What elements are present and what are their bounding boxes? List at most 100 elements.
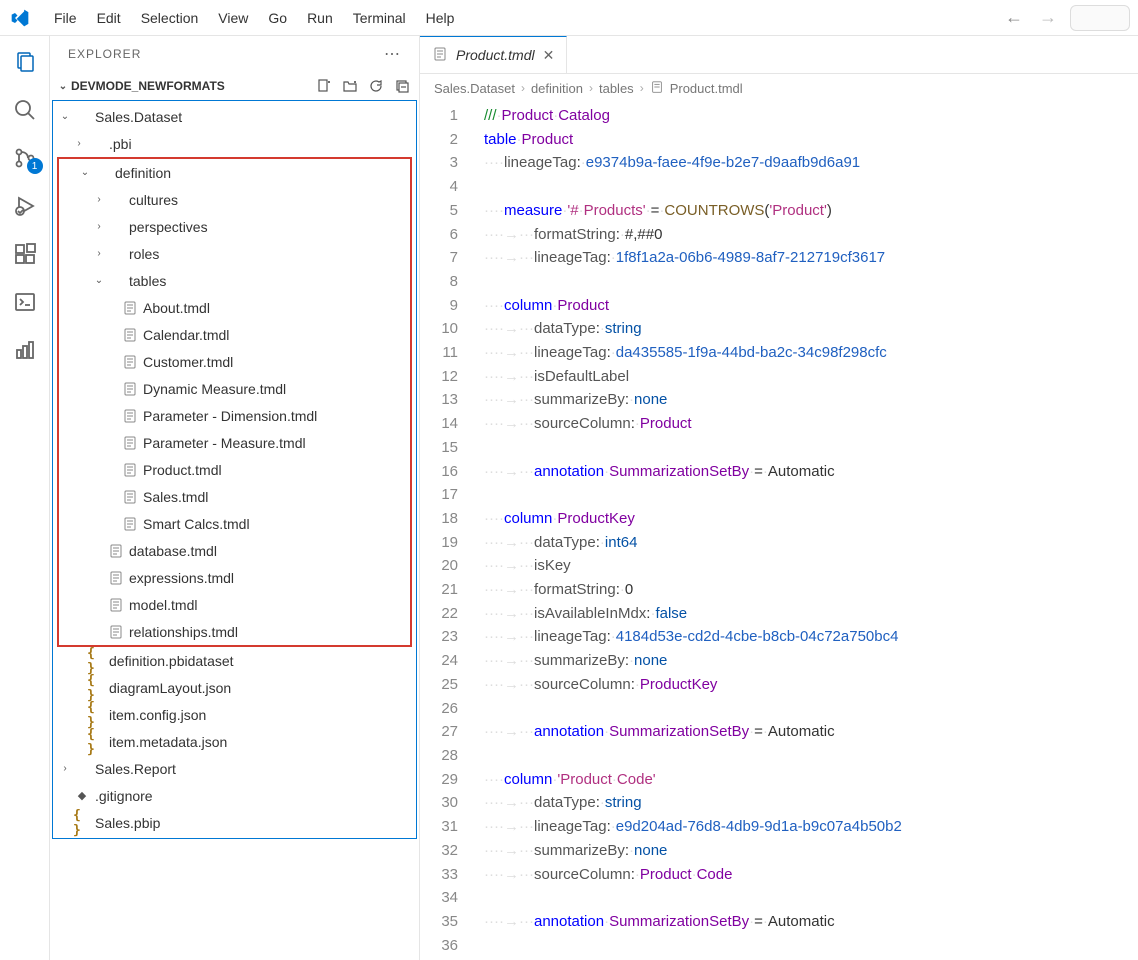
tree-label: model.tmdl <box>129 597 197 613</box>
file-icon <box>87 135 105 153</box>
tree-item[interactable]: expressions.tmdl <box>59 564 410 591</box>
tree-item[interactable]: About.tmdl <box>59 294 410 321</box>
extensions-icon[interactable] <box>11 240 39 268</box>
nav-back-icon[interactable]: ← <box>1002 6 1026 30</box>
tree-label: Smart Calcs.tmdl <box>143 516 250 532</box>
tree-label: Customer.tmdl <box>143 354 233 370</box>
source-control-icon[interactable]: 1 <box>11 144 39 172</box>
sidebar: EXPLORER ⋯ ⌄ DEVMODE_NEWFORMATS ⌄Sales.D… <box>50 36 420 960</box>
code-content[interactable]: ///·Product·Catalogtable·Product····line… <box>474 102 1138 960</box>
file-icon <box>432 46 448 65</box>
tree-item[interactable]: { }Sales.pbip <box>53 809 416 836</box>
tree-label: item.config.json <box>109 707 206 723</box>
collapse-all-icon[interactable] <box>392 76 412 96</box>
tree-item[interactable]: ⌄Sales.Dataset <box>53 103 416 130</box>
tree-item[interactable]: model.tmdl <box>59 591 410 618</box>
tree-item[interactable]: { }definition.pbidataset <box>53 647 416 674</box>
code-editor[interactable]: 1234567891011121314151617181920212223242… <box>420 102 1138 960</box>
file-icon <box>107 218 125 236</box>
tree-item[interactable]: ›cultures <box>59 186 410 213</box>
tree-item[interactable]: ›roles <box>59 240 410 267</box>
file-icon <box>121 326 139 344</box>
refresh-icon[interactable] <box>366 76 386 96</box>
menu-selection[interactable]: Selection <box>131 6 209 30</box>
file-icon <box>107 272 125 290</box>
breadcrumb-segment[interactable]: tables <box>599 81 634 96</box>
terminal-icon[interactable] <box>11 288 39 316</box>
tree-item[interactable]: relationships.tmdl <box>59 618 410 645</box>
more-actions-icon[interactable]: ⋯ <box>384 44 401 64</box>
tree-label: relationships.tmdl <box>129 624 238 640</box>
close-icon[interactable]: ✕ <box>543 47 555 64</box>
tree-label: expressions.tmdl <box>129 570 234 586</box>
tree-label: definition.pbidataset <box>109 653 234 669</box>
menu-go[interactable]: Go <box>258 6 297 30</box>
line-gutter: 1234567891011121314151617181920212223242… <box>420 102 474 960</box>
file-icon <box>121 299 139 317</box>
tree-label: Parameter - Measure.tmdl <box>143 435 306 451</box>
breadcrumb-segment[interactable]: definition <box>531 81 583 96</box>
sidebar-header: EXPLORER ⋯ <box>50 36 419 72</box>
json-icon: { } <box>73 814 91 832</box>
tree-item[interactable]: { }item.config.json <box>53 701 416 728</box>
run-debug-icon[interactable] <box>11 192 39 220</box>
explorer-title: EXPLORER <box>68 47 141 61</box>
search-input[interactable] <box>1070 5 1130 31</box>
file-icon <box>93 164 111 182</box>
workspace-header[interactable]: ⌄ DEVMODE_NEWFORMATS <box>50 72 419 100</box>
powerbi-icon[interactable] <box>11 336 39 364</box>
tree-label: Sales.Report <box>95 761 176 777</box>
file-icon <box>107 569 125 587</box>
tree-label: Calendar.tmdl <box>143 327 229 343</box>
tree-item[interactable]: database.tmdl <box>59 537 410 564</box>
tree-item[interactable]: ⌄tables <box>59 267 410 294</box>
menu-help[interactable]: Help <box>416 6 465 30</box>
menu-run[interactable]: Run <box>297 6 343 30</box>
menu-file[interactable]: File <box>44 6 87 30</box>
menu-edit[interactable]: Edit <box>87 6 131 30</box>
tree-item[interactable]: Smart Calcs.tmdl <box>59 510 410 537</box>
tree-item[interactable]: Parameter - Dimension.tmdl <box>59 402 410 429</box>
nav-forward-icon[interactable]: → <box>1036 6 1060 30</box>
tab-product-tmdl[interactable]: Product.tmdl ✕ <box>420 36 567 73</box>
tree-item[interactable]: Parameter - Measure.tmdl <box>59 429 410 456</box>
tree-item[interactable]: Sales.tmdl <box>59 483 410 510</box>
tab-label: Product.tmdl <box>456 47 535 63</box>
tree-item[interactable]: Calendar.tmdl <box>59 321 410 348</box>
tree-label: Sales.Dataset <box>95 109 182 125</box>
tree-item[interactable]: Customer.tmdl <box>59 348 410 375</box>
json-icon: { } <box>87 652 105 670</box>
tree-item[interactable]: ›Sales.Report <box>53 755 416 782</box>
file-icon <box>650 80 664 97</box>
breadcrumb-segment[interactable]: Sales.Dataset <box>434 81 515 96</box>
json-icon: { } <box>87 679 105 697</box>
tree-label: roles <box>129 246 159 262</box>
file-icon <box>121 407 139 425</box>
tree-item[interactable]: { }item.metadata.json <box>53 728 416 755</box>
vscode-logo-icon <box>8 6 32 30</box>
json-icon: { } <box>87 706 105 724</box>
menu-terminal[interactable]: Terminal <box>343 6 416 30</box>
search-icon[interactable] <box>11 96 39 124</box>
explorer-icon[interactable] <box>11 48 39 76</box>
tree-item[interactable]: { }diagramLayout.json <box>53 674 416 701</box>
menu-view[interactable]: View <box>208 6 258 30</box>
tree-item[interactable]: Dynamic Measure.tmdl <box>59 375 410 402</box>
tree-label: perspectives <box>129 219 208 235</box>
tree-item[interactable]: ›perspectives <box>59 213 410 240</box>
tree-item[interactable]: ◆.gitignore <box>53 782 416 809</box>
tree-label: Parameter - Dimension.tmdl <box>143 408 317 424</box>
tree-label: Dynamic Measure.tmdl <box>143 381 286 397</box>
file-icon <box>121 461 139 479</box>
tree-item[interactable]: ›.pbi <box>53 130 416 157</box>
breadcrumb[interactable]: Sales.Dataset›definition›tables›Product.… <box>420 74 1138 102</box>
file-icon <box>107 245 125 263</box>
tree-item[interactable]: Product.tmdl <box>59 456 410 483</box>
new-folder-icon[interactable] <box>340 76 360 96</box>
new-file-icon[interactable] <box>314 76 334 96</box>
tree-label: item.metadata.json <box>109 734 227 750</box>
file-icon <box>107 623 125 641</box>
breadcrumb-segment[interactable]: Product.tmdl <box>670 81 743 96</box>
file-icon <box>73 760 91 778</box>
tree-item[interactable]: ⌄definition <box>59 159 410 186</box>
